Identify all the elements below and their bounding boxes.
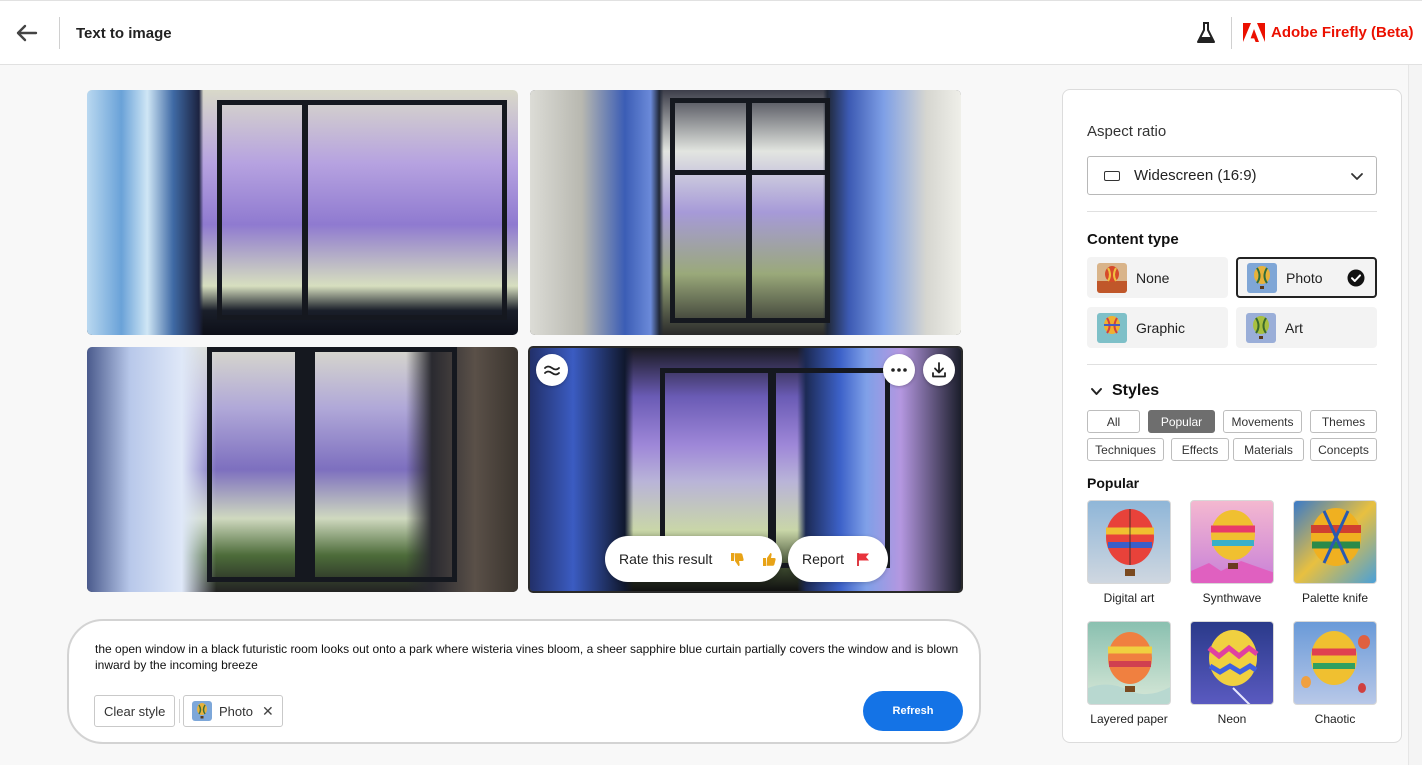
popular-section-label: Popular bbox=[1087, 475, 1140, 491]
more-options-button[interactable] bbox=[883, 354, 915, 386]
widescreen-icon bbox=[1104, 170, 1120, 181]
filter-popular[interactable]: Popular bbox=[1148, 410, 1215, 433]
filter-concepts[interactable]: Concepts bbox=[1310, 438, 1377, 461]
thumbs-up-icon[interactable] bbox=[758, 548, 780, 570]
content-type-photo[interactable]: Photo bbox=[1236, 257, 1377, 298]
brand[interactable]: Adobe Firefly (Beta) bbox=[1243, 23, 1414, 42]
page-title: Text to image bbox=[76, 25, 172, 42]
result-image-2[interactable] bbox=[530, 90, 961, 335]
window-mullion bbox=[670, 170, 830, 175]
variations-button[interactable] bbox=[536, 354, 568, 386]
style-label: Palette knife bbox=[1301, 591, 1369, 605]
chevron-down-icon bbox=[1091, 387, 1102, 395]
page-scrollbar[interactable] bbox=[1408, 65, 1422, 765]
header-divider bbox=[59, 17, 60, 49]
style-layered-paper[interactable]: Layered paper bbox=[1087, 621, 1171, 726]
style-thumbnail bbox=[1087, 500, 1171, 584]
style-chaotic[interactable]: Chaotic bbox=[1293, 621, 1377, 726]
style-label: Neon bbox=[1217, 712, 1247, 726]
style-thumbnail bbox=[1293, 500, 1377, 584]
beta-beaker-icon[interactable] bbox=[1196, 21, 1216, 45]
more-dots-icon bbox=[891, 368, 907, 372]
brand-name: Adobe Firefly (Beta) bbox=[1271, 24, 1414, 41]
arrow-left-icon bbox=[16, 24, 38, 42]
chevron-down-icon bbox=[1351, 173, 1363, 180]
result-image-3[interactable] bbox=[87, 347, 518, 592]
chip-divider bbox=[179, 699, 180, 723]
result-image-1[interactable] bbox=[87, 90, 518, 335]
result-image-4-selected[interactable]: Rate this result Report bbox=[528, 346, 963, 593]
content-type-label-art: Art bbox=[1285, 319, 1303, 336]
header-divider bbox=[1231, 17, 1232, 49]
content-type-art[interactable]: Art bbox=[1236, 307, 1377, 348]
aspect-ratio-label: Aspect ratio bbox=[1087, 123, 1167, 140]
balloon-thumb-icon bbox=[1247, 262, 1277, 293]
styles-label: Styles bbox=[1112, 382, 1160, 399]
filter-materials[interactable]: Materials bbox=[1233, 438, 1304, 461]
app-header: Text to image Adobe Firefly (Beta) bbox=[0, 0, 1422, 65]
window-mullion bbox=[302, 100, 308, 320]
style-label: Synthwave bbox=[1202, 591, 1262, 605]
style-label: Digital art bbox=[1103, 591, 1155, 605]
window-frame bbox=[207, 347, 457, 582]
variations-icon bbox=[544, 365, 560, 376]
filter-all[interactable]: All bbox=[1087, 410, 1140, 433]
rate-result-label: Rate this result bbox=[619, 551, 713, 567]
window-mullion bbox=[295, 347, 315, 582]
content-type-label: Content type bbox=[1087, 231, 1179, 248]
back-button[interactable] bbox=[14, 20, 40, 46]
style-label: Layered paper bbox=[1090, 712, 1168, 726]
aspect-ratio-value: Widescreen (16:9) bbox=[1134, 167, 1257, 184]
download-icon bbox=[932, 362, 946, 378]
style-label: Chaotic bbox=[1314, 712, 1356, 726]
prompt-input[interactable]: the open window in a black futuristic ro… bbox=[95, 641, 965, 673]
style-neon[interactable]: Neon bbox=[1190, 621, 1274, 726]
content-type-none[interactable]: None bbox=[1087, 257, 1228, 298]
adobe-logo-icon bbox=[1243, 23, 1265, 42]
window-frame bbox=[217, 100, 507, 320]
style-chip-photo: Photo ✕ bbox=[183, 695, 283, 727]
report-label: Report bbox=[802, 551, 845, 567]
content-type-label-graphic: Graphic bbox=[1136, 319, 1186, 336]
style-thumbnail bbox=[1190, 500, 1274, 584]
refresh-button[interactable]: Refresh bbox=[863, 691, 963, 731]
balloon-thumb-icon bbox=[1097, 262, 1127, 293]
style-chip-label: Photo bbox=[219, 703, 253, 719]
style-palette-knife[interactable]: Palette knife bbox=[1293, 500, 1377, 605]
style-digital-art[interactable]: Digital art bbox=[1087, 500, 1171, 605]
filter-themes[interactable]: Themes bbox=[1310, 410, 1377, 433]
filter-effects[interactable]: Effects bbox=[1171, 438, 1229, 461]
filter-movements[interactable]: Movements bbox=[1223, 410, 1302, 433]
window-mullion bbox=[746, 98, 752, 323]
checkmark-circle-icon bbox=[1347, 269, 1365, 287]
style-thumbnail bbox=[1087, 621, 1171, 705]
rate-result-pill: Rate this result bbox=[605, 536, 782, 582]
style-thumbnail bbox=[1190, 621, 1274, 705]
thumbs-down-icon[interactable] bbox=[726, 548, 748, 570]
content-type-graphic[interactable]: Graphic bbox=[1087, 307, 1228, 348]
content-type-label-photo: Photo bbox=[1286, 269, 1323, 286]
balloon-thumb-icon bbox=[1097, 312, 1127, 343]
flag-icon bbox=[857, 552, 870, 566]
report-button[interactable]: Report bbox=[788, 536, 888, 582]
style-synthwave[interactable]: Synthwave bbox=[1190, 500, 1274, 605]
settings-panel: Aspect ratio Widescreen (16:9) Content t… bbox=[1062, 89, 1402, 743]
divider bbox=[1087, 364, 1377, 365]
style-thumbnail bbox=[1293, 621, 1377, 705]
aspect-ratio-select[interactable]: Widescreen (16:9) bbox=[1087, 156, 1377, 195]
balloon-thumb-icon bbox=[192, 701, 212, 721]
clear-style-button[interactable]: Clear style bbox=[94, 695, 176, 727]
divider bbox=[1087, 211, 1377, 212]
prompt-box: the open window in a black futuristic ro… bbox=[67, 619, 981, 744]
download-button[interactable] bbox=[923, 354, 955, 386]
balloon-thumb-icon bbox=[1246, 312, 1276, 343]
remove-chip-icon[interactable]: ✕ bbox=[262, 703, 274, 720]
styles-toggle[interactable]: Styles bbox=[1090, 382, 1159, 400]
content-type-label-none: None bbox=[1136, 269, 1170, 286]
filter-techniques[interactable]: Techniques bbox=[1087, 438, 1164, 461]
